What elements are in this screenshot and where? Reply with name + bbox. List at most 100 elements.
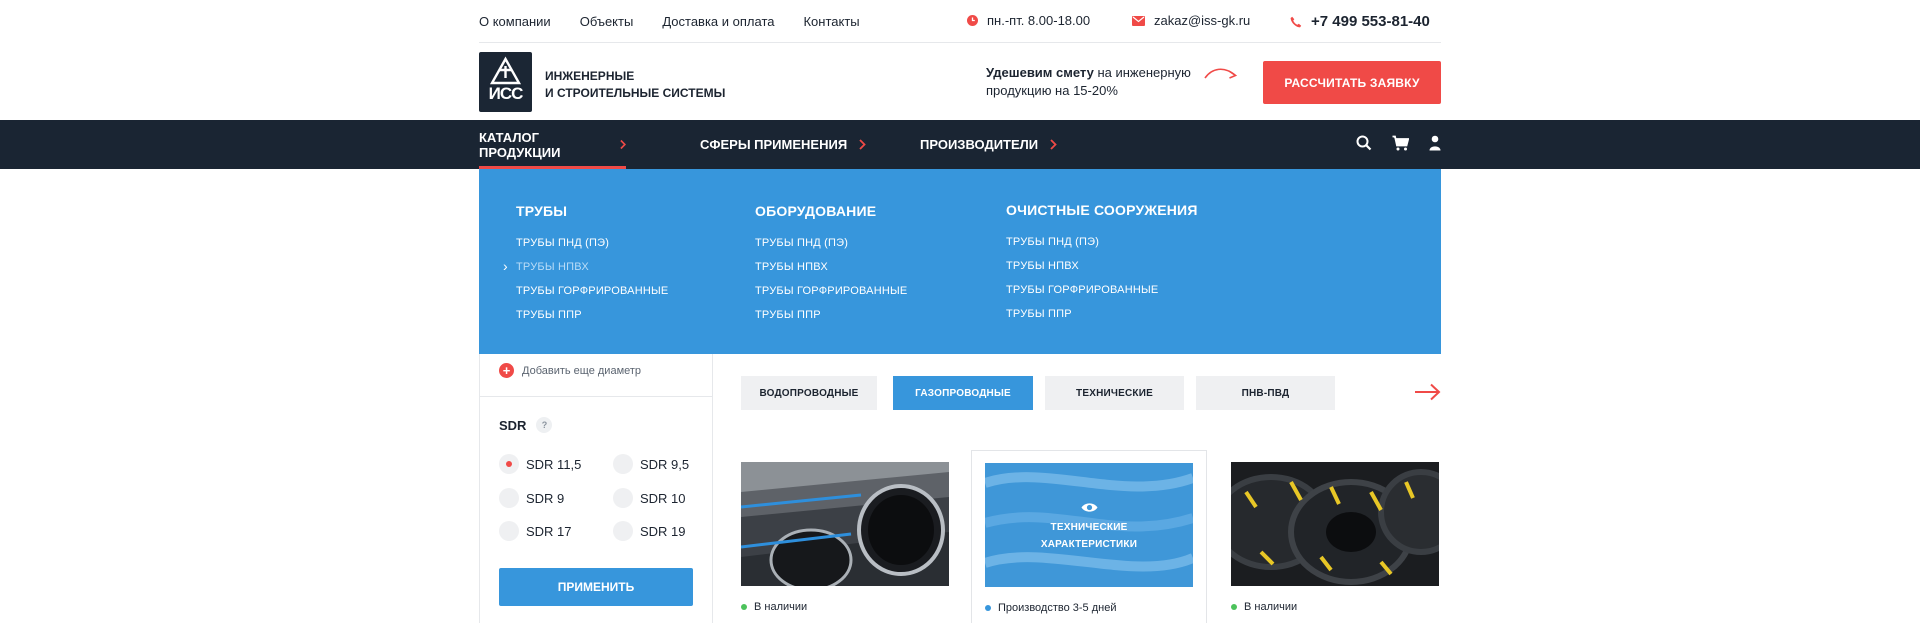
mega-column-title[interactable]: ТРУБЫ (516, 203, 668, 219)
mega-column-title[interactable]: ОБОРУДОВАНИЕ (755, 203, 907, 219)
mega-menu-item-active[interactable]: ТРУБЫ НПВХ (503, 258, 668, 274)
add-diameter-button[interactable]: + Добавить еще диаметр (499, 363, 641, 378)
stock-status-text: В наличии (1244, 601, 1298, 613)
sdr-option-label: SDR 9 (526, 490, 565, 506)
radio-selected[interactable] (499, 454, 519, 474)
radio[interactable] (613, 454, 633, 474)
email-text[interactable]: zakaz@iss-gk.ru (1154, 13, 1250, 28)
radio[interactable] (499, 488, 519, 508)
stock-status: В наличии (1231, 601, 1297, 613)
company-name-line1: ИНЖЕНЕРНЫЕ (545, 69, 635, 83)
tech-specs-line1: ТЕХНИЧЕСКИЕ (1050, 521, 1128, 533)
sdr-option[interactable]: SDR 9 (499, 488, 564, 508)
product-card[interactable]: В наличии (1231, 450, 1441, 623)
divider (480, 396, 712, 397)
mega-menu-item[interactable]: ТРУБЫ ППР (755, 309, 907, 322)
top-nav-about[interactable]: О компании (479, 14, 551, 29)
nav-manufacturers[interactable]: ПРОИЗВОДИТЕЛИ (920, 120, 1057, 169)
promo-bold: Удешевим смету (986, 65, 1094, 80)
tab-water[interactable]: ВОДОПРОВОДНЫЕ (741, 376, 877, 410)
phone-number[interactable]: +7 499 553-81-40 (1311, 13, 1430, 30)
sdr-title-text: SDR (499, 417, 527, 433)
mega-column-pipes: ТРУБЫ ТРУБЫ ПНД (ПЭ) ТРУБЫ НПВХ ТРУБЫ ГО… (503, 203, 668, 333)
promo-line2: продукцию на 15-20% (986, 83, 1118, 98)
sdr-option-label: SDR 17 (526, 523, 572, 539)
stock-status-text: В наличии (754, 601, 808, 613)
tech-specs-line2: ХАРАКТЕРИСТИКИ (1040, 538, 1138, 550)
nav-manufacturers-label: ПРОИЗВОДИТЕЛИ (920, 137, 1039, 152)
stock-status-text: Производство 3-5 дней (998, 602, 1117, 614)
product-image[interactable] (741, 462, 949, 586)
top-bar: О компании Объекты Доставка и оплата Кон… (479, 0, 1441, 43)
catalog-mega-menu: ТРУБЫ ТРУБЫ ПНД (ПЭ) ТРУБЫ НПВХ ТРУБЫ ГО… (479, 169, 1441, 354)
user-icon[interactable] (1429, 135, 1441, 151)
curved-arrow-icon (1204, 68, 1238, 79)
mega-column-title[interactable]: ОЧИСТНЫЕ СООРУЖЕНИЯ (1006, 202, 1198, 218)
main-nav: КАТАЛОГ ПРОДУКЦИИ СФЕРЫ ПРИМЕНЕНИЯ ПРОИЗ… (0, 120, 1920, 169)
phone-icon (1290, 16, 1302, 27)
cart-icon[interactable] (1392, 135, 1409, 151)
email-contact[interactable]: zakaz@iss-gk.ru (1132, 13, 1250, 28)
logo[interactable]: ИСС (479, 52, 532, 112)
mega-column-treatment: ОЧИСТНЫЕ СООРУЖЕНИЯ ТРУБЫ ПНД (ПЭ) ТРУБЫ… (1006, 202, 1198, 332)
radio[interactable] (499, 521, 519, 541)
top-nav-delivery[interactable]: Доставка и оплата (662, 14, 774, 29)
promo-rest: на инженерную (1093, 65, 1191, 80)
working-hours-text: пн.-пт. 8.00-18.00 (987, 13, 1091, 28)
sdr-option[interactable]: SDR 9,5 (613, 454, 689, 474)
nav-applications[interactable]: СФЕРЫ ПРИМЕНЕНИЯ (700, 120, 866, 169)
nav-applications-label: СФЕРЫ ПРИМЕНЕНИЯ (700, 137, 848, 152)
mega-menu-item[interactable]: ТРУБЫ НПВХ (755, 261, 907, 274)
sdr-option-label: SDR 9,5 (640, 456, 690, 472)
top-nav-objects[interactable]: Объекты (580, 14, 634, 29)
pipes-photo (741, 462, 949, 586)
mega-menu-item[interactable]: ТРУБЫ ГОРФРИРОВАННЫЕ (1006, 284, 1198, 297)
mega-menu-item[interactable]: ТРУБЫ ППР (1006, 308, 1198, 321)
sdr-option[interactable]: SDR 17 (499, 521, 572, 541)
sdr-option[interactable]: SDR 11,5 (499, 454, 581, 474)
mega-menu-item[interactable]: ТРУБЫ ППР (516, 309, 668, 322)
product-card-hover[interactable]: ТЕХНИЧЕСКИЕ ХАРАКТЕРИСТИКИ Производство … (971, 450, 1207, 623)
top-nav-contacts[interactable]: Контакты (803, 14, 859, 29)
mega-menu-item[interactable]: ТРУБЫ НПВХ (1006, 260, 1198, 273)
eye-icon (1081, 502, 1097, 512)
status-dot (741, 604, 747, 610)
company-name: ИНЖЕНЕРНЫЕ И СТРОИТЕЛЬНЫЕ СИСТЕМЫ (545, 68, 725, 102)
radio[interactable] (613, 488, 633, 508)
mega-menu-item[interactable]: ТРУБЫ ПНД (ПЭ) (516, 237, 668, 250)
clock-icon (967, 15, 978, 26)
sdr-option-label: SDR 11,5 (526, 456, 582, 472)
sdr-option-label: SDR 10 (640, 490, 686, 506)
mega-menu-item[interactable]: ТРУБЫ ПНД (ПЭ) (1006, 236, 1198, 249)
sdr-option[interactable]: SDR 19 (613, 521, 686, 541)
tab-technical[interactable]: ТЕХНИЧЕСКИЕ (1045, 376, 1184, 410)
phone-contact[interactable]: +7 499 553-81-40 (1290, 13, 1430, 30)
nav-catalog[interactable]: КАТАЛОГ ПРОДУКЦИИ (479, 120, 626, 169)
apply-filter-button[interactable]: ПРИМЕНИТЬ (499, 568, 693, 606)
chevron-right-icon (859, 139, 866, 150)
filter-sidebar: + Добавить еще диаметр SDR ? SDR 11,5 SD… (479, 354, 713, 623)
help-icon[interactable]: ? (536, 417, 553, 433)
search-icon[interactable] (1356, 135, 1372, 151)
mega-menu-item[interactable]: ТРУБЫ ПНД (ПЭ) (755, 237, 907, 250)
tab-gas[interactable]: ГАЗОПРОВОДНЫЕ (893, 376, 1033, 410)
promo-text: Удешевим смету на инженерную продукцию н… (986, 64, 1191, 100)
sdr-option[interactable]: SDR 10 (613, 488, 686, 508)
tech-specs-overlay[interactable]: ТЕХНИЧЕСКИЕ ХАРАКТЕРИСТИКИ (985, 463, 1193, 587)
arrow-right-icon[interactable] (1414, 383, 1441, 401)
stock-status: В наличии (741, 601, 807, 613)
company-name-line2: И СТРОИТЕЛЬНЫЕ СИСТЕМЫ (545, 86, 726, 100)
mega-menu-item[interactable]: ТРУБЫ ГОРФРИРОВАННЫЕ (516, 285, 668, 298)
tab-pnv-pvd[interactable]: ПНВ-ПВД (1196, 376, 1335, 410)
product-image[interactable]: ТЕХНИЧЕСКИЕ ХАРАКТЕРИСТИКИ (985, 463, 1193, 587)
product-card[interactable]: В наличии (741, 450, 977, 623)
mega-menu-item[interactable]: ТРУБЫ ГОРФРИРОВАННЫЕ (755, 285, 907, 298)
chevron-right-icon (1050, 139, 1057, 150)
calculate-request-button[interactable]: РАССЧИТАТЬ ЗАЯВКУ (1263, 61, 1441, 104)
nav-catalog-label: КАТАЛОГ ПРОДУКЦИИ (479, 129, 561, 160)
radio[interactable] (613, 521, 633, 541)
plus-icon: + (499, 363, 514, 378)
sdr-option-label: SDR 19 (640, 523, 686, 539)
top-nav: О компании Объекты Доставка и оплата Кон… (479, 14, 860, 29)
product-image[interactable] (1231, 462, 1439, 586)
